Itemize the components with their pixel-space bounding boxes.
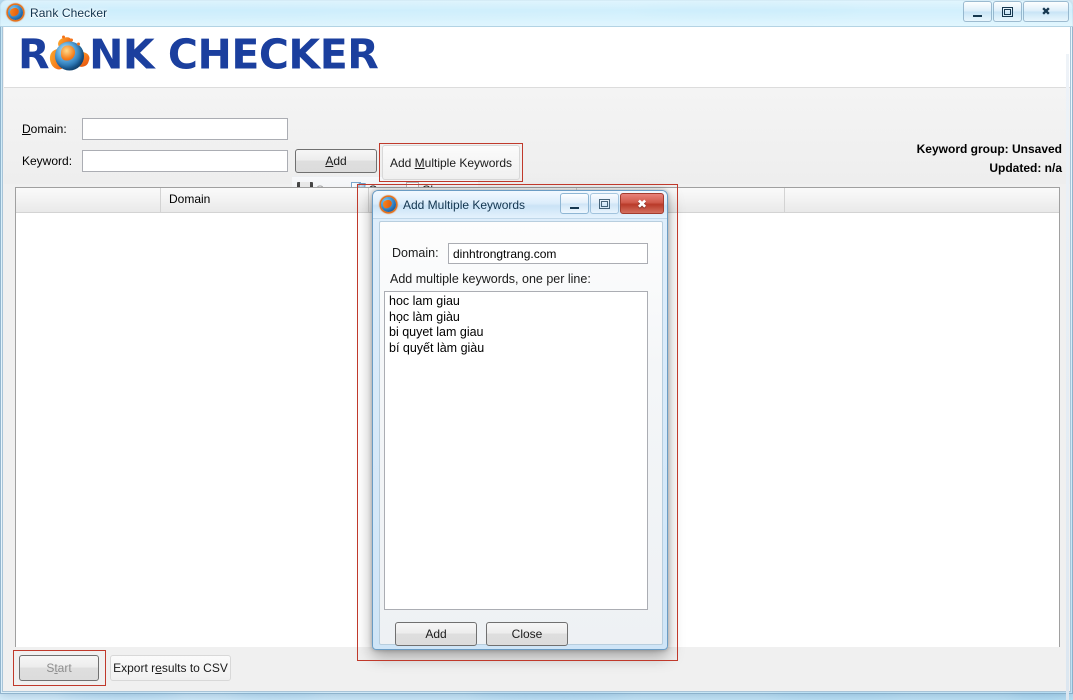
app-logo: R NK CHECKER <box>18 34 379 76</box>
dialog-instruction-label: Add multiple keywords, one per line: <box>390 272 591 286</box>
dialog-titlebar[interactable]: Add Multiple Keywords ✖ <box>373 191 667 219</box>
start-button[interactable]: Start <box>19 655 99 681</box>
export-csv-label: Export results to CSV <box>113 661 228 675</box>
window-right-edge <box>1066 54 1069 700</box>
add-multiple-keywords-dialog: Add Multiple Keywords ✖ Domain: Add mult… <box>372 190 668 650</box>
export-csv-button[interactable]: Export results to CSV <box>110 655 231 681</box>
footer-bar: Start Export results to CSV <box>3 647 1070 691</box>
dialog-body: Domain: Add multiple keywords, one per l… <box>379 221 663 646</box>
dialog-maximize-button <box>590 193 619 214</box>
window-title: Rank Checker <box>30 6 108 20</box>
flaming-globe-icon <box>46 35 91 76</box>
dialog-title: Add Multiple Keywords <box>403 197 526 212</box>
dialog-add-label: Add <box>425 627 447 641</box>
add-multiple-keywords-button[interactable]: Add Multiple Keywords <box>382 145 520 180</box>
close-button[interactable]: ✖ <box>1023 1 1069 22</box>
app-firefox-globe-icon <box>8 5 24 21</box>
dialog-keywords-textarea[interactable] <box>384 291 648 610</box>
main-titlebar[interactable]: Rank Checker ✖ <box>0 0 1073 27</box>
toolbar: Domain: Keyword: Save Open Clear <box>4 87 1070 203</box>
start-label: Start <box>46 661 72 675</box>
updated-status: Updated: n/a <box>989 161 1062 175</box>
grid-col-domain[interactable]: Domain <box>161 188 369 212</box>
logo-text-before: R <box>18 30 50 79</box>
dialog-window-controls: ✖ <box>559 193 664 214</box>
logo-text-after: NK CHECKER <box>89 30 379 79</box>
keyword-input[interactable] <box>82 150 288 172</box>
maximize-button[interactable] <box>993 1 1022 22</box>
dialog-domain-input[interactable] <box>448 243 648 264</box>
dialog-close-label: Close <box>511 627 543 641</box>
keyword-label: Keyword: <box>22 154 73 168</box>
dialog-domain-label: Domain: <box>392 246 439 260</box>
add-multiple-keywords-label: Add Multiple Keywords <box>389 155 513 170</box>
dialog-firefox-globe-icon <box>381 196 397 213</box>
keyword-group-status: Keyword group: Unsaved <box>916 142 1062 156</box>
dialog-minimize-button[interactable] <box>560 193 589 214</box>
dialog-close-action-button[interactable]: Close <box>486 622 568 646</box>
dialog-close-button[interactable]: ✖ <box>620 193 664 214</box>
grid-col-select[interactable] <box>16 188 161 212</box>
domain-input[interactable] <box>82 118 288 140</box>
branding-band: R NK CHECKER <box>4 27 1070 87</box>
minimize-button[interactable] <box>963 1 992 22</box>
domain-label: Domain: <box>22 122 67 136</box>
grid-col-filler[interactable] <box>785 188 1059 212</box>
window-controls: ✖ <box>962 1 1069 22</box>
add-keyword-label: Add <box>325 154 347 168</box>
add-keyword-button[interactable]: Add <box>295 149 377 173</box>
dialog-add-button[interactable]: Add <box>395 622 477 646</box>
